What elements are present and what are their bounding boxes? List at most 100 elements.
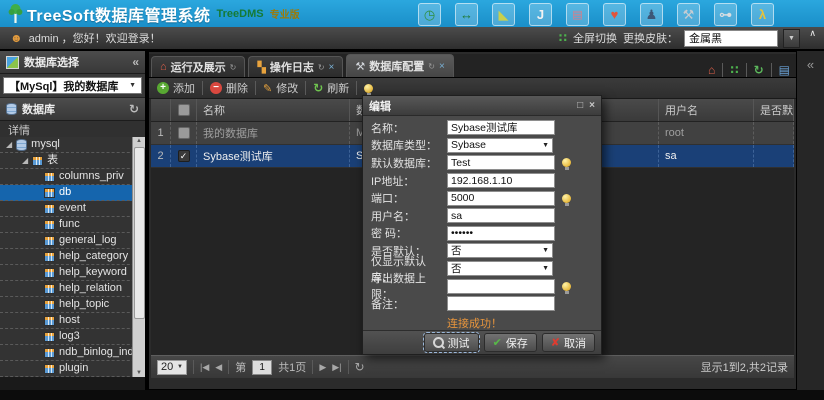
magnifier-icon xyxy=(433,337,444,348)
next-page-icon[interactable]: ▶ xyxy=(319,362,326,373)
tree-node-help_category[interactable]: help_category xyxy=(0,249,145,265)
home-icon[interactable]: ⌂ xyxy=(708,63,715,77)
tab-database-config[interactable]: ⚒数据库配置↻× xyxy=(346,54,453,77)
field-select[interactable]: Sybase▼ xyxy=(447,138,553,153)
letter-j-icon-button[interactable]: J xyxy=(529,3,552,26)
hint-bulb-icon[interactable] xyxy=(562,194,571,203)
tab-operation-log[interactable]: ▚操作日志↻× xyxy=(248,56,343,77)
tree-expand-icon[interactable]: ◢ xyxy=(22,153,28,168)
current-page-input[interactable] xyxy=(252,360,272,375)
dialog-maximize-icon[interactable]: □ xyxy=(577,100,583,111)
field-input[interactable] xyxy=(447,191,555,206)
tab-run-display[interactable]: ⌂运行及展示↻ xyxy=(151,56,245,77)
field-input[interactable] xyxy=(447,296,555,311)
hint-bulb-icon[interactable] xyxy=(562,282,571,291)
hint-bulb-icon[interactable] xyxy=(562,158,571,167)
dialog-titlebar[interactable]: 编辑 □ × xyxy=(363,96,601,116)
heart-icon: ♥ xyxy=(611,7,619,22)
fullscreen-icon[interactable]: ∷ xyxy=(730,63,738,77)
sidebar-collapse-icon[interactable]: « xyxy=(132,55,139,69)
area-chart-icon-button[interactable]: ◣ xyxy=(492,3,515,26)
prev-page-icon[interactable]: ◀ xyxy=(215,362,222,373)
add-button[interactable]: + 添加 xyxy=(157,80,195,96)
key-icon: ⊶ xyxy=(719,7,732,23)
dialog-field-row: 用户名： xyxy=(371,207,593,225)
tree-node-tables-group[interactable]: ◢表 xyxy=(0,153,145,169)
tab-refresh-icon[interactable]: ↻ xyxy=(230,63,237,72)
tab-refresh-icon[interactable]: ↻ xyxy=(318,63,325,72)
tab-refresh-icon[interactable]: ↻ xyxy=(428,62,435,71)
tree-node-log3[interactable]: log3 xyxy=(0,329,145,345)
column-header-filler xyxy=(602,99,659,121)
layout-icon[interactable]: ▤ xyxy=(779,63,790,77)
tree-node-func[interactable]: func xyxy=(0,217,145,233)
tree-node-help_keyword[interactable]: help_keyword xyxy=(0,265,145,281)
dialog-close-icon[interactable]: × xyxy=(589,100,595,111)
field-input[interactable] xyxy=(447,226,555,241)
field-select[interactable]: 否▼ xyxy=(447,243,553,258)
field-input[interactable] xyxy=(447,173,555,188)
skin-select[interactable]: 金属黑 xyxy=(684,30,778,47)
tree-expand-icon[interactable]: ◢ xyxy=(6,137,12,152)
cell-filler xyxy=(602,145,659,167)
field-input[interactable] xyxy=(447,279,555,294)
tree-node-ndb_binlog_index[interactable]: ndb_binlog_index xyxy=(0,345,145,361)
tab-close-icon[interactable]: × xyxy=(329,62,335,73)
key-icon-button[interactable]: ⊶ xyxy=(714,3,737,26)
heart-icon-button[interactable]: ♥ xyxy=(603,3,626,26)
field-select[interactable]: 否▼ xyxy=(447,261,553,276)
user-suit-icon-button[interactable]: ♟ xyxy=(640,3,663,26)
tree-refresh-icon[interactable]: ↻ xyxy=(129,102,139,116)
delete-button[interactable]: − 删除 xyxy=(210,80,248,96)
reload-grid-icon[interactable]: ↻ xyxy=(355,360,365,374)
tree-node-general_log[interactable]: general_log xyxy=(0,233,145,249)
save-button[interactable]: ✔ 保存 xyxy=(484,333,537,352)
scrollbar-thumb[interactable] xyxy=(134,147,145,319)
chevron-down-icon: ▼ xyxy=(542,142,549,149)
first-page-icon[interactable]: |◀ xyxy=(200,362,209,373)
test-button[interactable]: 测试 xyxy=(424,333,479,352)
sync-arrows-icon-button[interactable]: ↔ xyxy=(455,3,478,26)
field-input[interactable] xyxy=(447,208,555,223)
fullscreen-toggle-icon[interactable]: ∷ xyxy=(559,31,567,45)
column-header-default[interactable]: 是否默认 xyxy=(754,99,794,121)
cancel-button[interactable]: ✘ 取消 xyxy=(542,333,595,352)
page-size-select[interactable]: 20 ▼ xyxy=(157,360,187,375)
scroll-down-icon[interactable]: ▼ xyxy=(133,370,145,376)
column-header-user[interactable]: 用户名 xyxy=(659,99,754,121)
tree-node-mysql[interactable]: ◢mysql xyxy=(0,137,145,153)
tree-node-help_relation[interactable]: help_relation xyxy=(0,281,145,297)
fullscreen-toggle-label[interactable]: 全屏切换 xyxy=(573,30,617,46)
tree-node-columns_priv[interactable]: columns_priv xyxy=(0,169,145,185)
tree-node-event[interactable]: event xyxy=(0,201,145,217)
database-select[interactable]: 【MySql】我的数据库 ▼ xyxy=(3,77,142,94)
column-header-name[interactable]: 名称 xyxy=(197,99,350,121)
tree-node-host[interactable]: host xyxy=(0,313,145,329)
table-grid-icon xyxy=(44,268,55,278)
tools-icon-button[interactable]: ⚒ xyxy=(677,3,700,26)
tree-scrollbar[interactable]: ▲ ▼ xyxy=(132,137,145,377)
runner-icon-button[interactable]: λ xyxy=(751,3,774,26)
edit-button[interactable]: ✎ 修改 xyxy=(263,80,298,96)
skin-chevron-down-icon[interactable]: ▼ xyxy=(783,29,800,48)
tree-node-label: help_category xyxy=(59,249,128,264)
collapse-header-icon[interactable]: ∧ xyxy=(809,28,816,39)
timer-icon-button[interactable]: ◷ xyxy=(418,3,441,26)
row-checkbox[interactable]: ✓ xyxy=(178,150,190,162)
scroll-up-icon[interactable]: ▲ xyxy=(133,138,145,144)
toolbar-hint-bulb-icon[interactable] xyxy=(364,84,373,93)
field-input[interactable] xyxy=(447,120,555,135)
tab-close-icon[interactable]: × xyxy=(439,61,445,72)
tree-node-plugin[interactable]: plugin xyxy=(0,361,145,377)
tree-node-db[interactable]: db xyxy=(0,185,145,201)
collapse-east-icon[interactable]: « xyxy=(797,57,824,72)
field-input[interactable] xyxy=(447,155,555,170)
refresh-icon[interactable]: ↻ xyxy=(754,63,764,77)
select-all-checkbox[interactable] xyxy=(178,104,190,116)
tree-node-help_topic[interactable]: help_topic xyxy=(0,297,145,313)
tab-label: 操作日志 xyxy=(270,59,314,75)
refresh-button[interactable]: ↻ 刷新 xyxy=(313,80,349,96)
log-file-icon-button[interactable]: ▤ xyxy=(566,3,589,26)
last-page-icon[interactable]: ▶| xyxy=(332,362,341,373)
row-checkbox[interactable] xyxy=(178,127,190,139)
